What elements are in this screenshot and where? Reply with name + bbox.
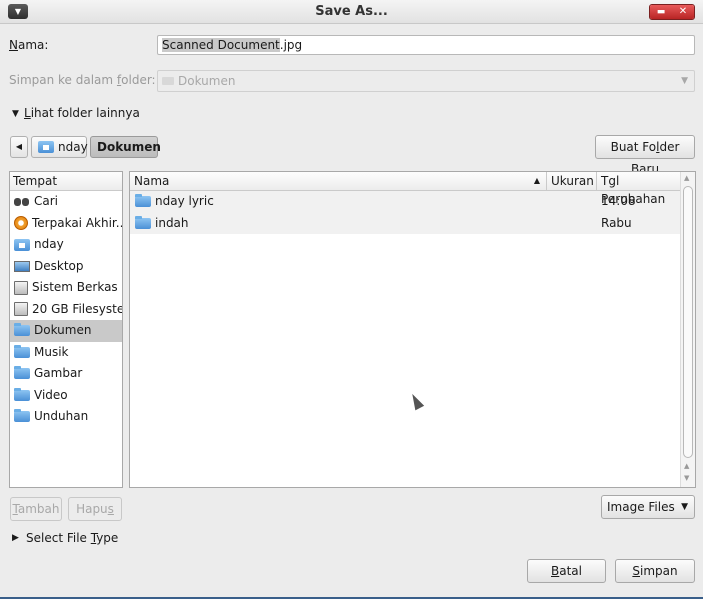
create-folder-button[interactable]: Buat Folder Baru: [595, 135, 695, 176]
file-filter-combo[interactable]: Image Files ▼: [601, 495, 695, 519]
scroll-up-icon[interactable]: ▲: [684, 462, 689, 470]
path-button-label: Dokumen: [97, 140, 161, 154]
chevron-down-icon: ▼: [681, 76, 688, 86]
chevron-left-icon: ◀: [15, 142, 23, 151]
sidebar-item-label: Unduhan: [34, 409, 89, 424]
sidebar-item-documents[interactable]: Dokumen: [10, 320, 122, 342]
folder-icon: [14, 387, 30, 401]
sidebar-item-recent[interactable]: Terpakai Akhir...: [10, 213, 122, 235]
scroll-down-icon[interactable]: ▼: [684, 474, 689, 482]
sidebar-item-label: Gambar: [34, 366, 83, 381]
folder-icon: [135, 215, 151, 229]
name-label: Nama:: [9, 38, 49, 52]
sidebar-item-label: Dokumen: [34, 323, 92, 338]
sidebar-item-desktop[interactable]: Desktop: [10, 256, 122, 278]
home-icon: [38, 141, 54, 153]
file-size: [547, 191, 597, 213]
filename-selected-text: Scanned Document: [162, 38, 280, 52]
folder-icon: [162, 77, 174, 85]
column-header-size[interactable]: Ukuran: [547, 172, 597, 190]
recent-icon: [14, 216, 28, 231]
sidebar-item-label: Cari: [34, 194, 58, 209]
drive-icon: [14, 280, 28, 295]
sidebar-item-pictures[interactable]: Gambar: [10, 363, 122, 385]
window-controls: ▬ ✕: [649, 4, 695, 20]
chevron-down-icon: ▼: [681, 502, 688, 512]
sidebar-item-videos[interactable]: Video: [10, 385, 122, 407]
home-icon: [14, 238, 30, 251]
save-in-folder-combo[interactable]: Dokumen ▼: [157, 70, 695, 92]
sidebar-item-label: Video: [34, 387, 68, 402]
sidebar-item-downloads[interactable]: Unduhan: [10, 406, 122, 428]
select-file-type-expander[interactable]: Select File Type: [26, 531, 118, 545]
folder-icon: [14, 366, 30, 380]
file-row[interactable]: indah Rabu: [130, 212, 695, 235]
window-title: Save As...: [315, 4, 388, 19]
folder-icon: [14, 409, 30, 423]
sort-up-icon: ▲: [533, 176, 540, 185]
sidebar-item-filesystem[interactable]: Sistem Berkas: [10, 277, 122, 299]
cancel-button[interactable]: Batal: [527, 559, 606, 583]
column-header-label: Nama: [134, 174, 170, 188]
browse-folders-expander[interactable]: Lihat folder lainnya: [24, 106, 140, 120]
folder-icon: [14, 344, 30, 358]
path-back-button[interactable]: ◀: [10, 136, 28, 158]
sidebar-item-music[interactable]: Musik: [10, 342, 122, 364]
folder-icon: [14, 323, 30, 337]
filename-extension: .jpg: [279, 38, 303, 52]
search-icon: [14, 196, 30, 208]
path-button-home[interactable]: nday: [31, 136, 88, 158]
save-in-folder-value: Dokumen: [178, 74, 236, 88]
expander-right-icon: ▶: [12, 533, 19, 543]
desktop-icon: [14, 260, 30, 272]
places-header[interactable]: Tempat: [10, 172, 122, 191]
column-header-name[interactable]: Nama ▲: [130, 172, 547, 190]
sidebar-item-home[interactable]: nday: [10, 234, 122, 256]
file-list: Nama ▲ Ukuran Tgl Perubahan nday lyric 14…: [129, 171, 696, 488]
file-modified: Rabu: [601, 215, 632, 230]
sidebar-item-label: 20 GB Filesyste...: [32, 301, 122, 316]
sidebar-item-volume[interactable]: 20 GB Filesyste...: [10, 299, 122, 321]
minimize-button[interactable]: ▬: [650, 5, 672, 19]
path-button-current[interactable]: Dokumen: [90, 136, 161, 158]
close-button[interactable]: ✕: [672, 5, 694, 19]
path-button-label: nday: [58, 140, 88, 154]
add-bookmark-button[interactable]: Tambah: [10, 497, 62, 521]
drive-icon: [14, 302, 28, 317]
file-filter-value: Image Files: [607, 500, 675, 514]
remove-bookmark-button[interactable]: Hapus: [68, 497, 122, 521]
sidebar-item-label: nday: [34, 237, 64, 252]
scroll-up-icon[interactable]: ▲: [684, 174, 689, 182]
file-list-header: Nama ▲ Ukuran Tgl Perubahan: [130, 172, 695, 206]
file-size: [547, 213, 597, 235]
file-name: indah: [155, 215, 189, 230]
sidebar-item-label: Musik: [34, 344, 69, 359]
sidebar-item-search[interactable]: Cari: [10, 191, 122, 213]
filename-input[interactable]: Scanned Document.jpg: [157, 35, 695, 55]
save-button[interactable]: Simpan: [615, 559, 695, 583]
expander-down-icon: ▼: [12, 109, 19, 119]
places-sidebar: Tempat Cari Terpakai Akhir... nday Deskt…: [9, 171, 123, 488]
save-in-label: Simpan ke dalam folder:: [9, 73, 156, 87]
file-name: nday lyric: [155, 194, 214, 209]
title-bar: ▼ Save As... ▬ ✕: [0, 0, 703, 24]
sidebar-item-label: Desktop: [34, 258, 84, 273]
column-header-modified[interactable]: Tgl Perubahan: [597, 172, 681, 206]
sidebar-item-label: Sistem Berkas: [32, 280, 118, 295]
file-list-scrollbar[interactable]: ▲ ▲ ▼: [680, 172, 695, 487]
scroll-thumb[interactable]: [683, 186, 693, 458]
folder-icon: [135, 194, 151, 208]
sidebar-item-label: Terpakai Akhir...: [32, 215, 122, 230]
